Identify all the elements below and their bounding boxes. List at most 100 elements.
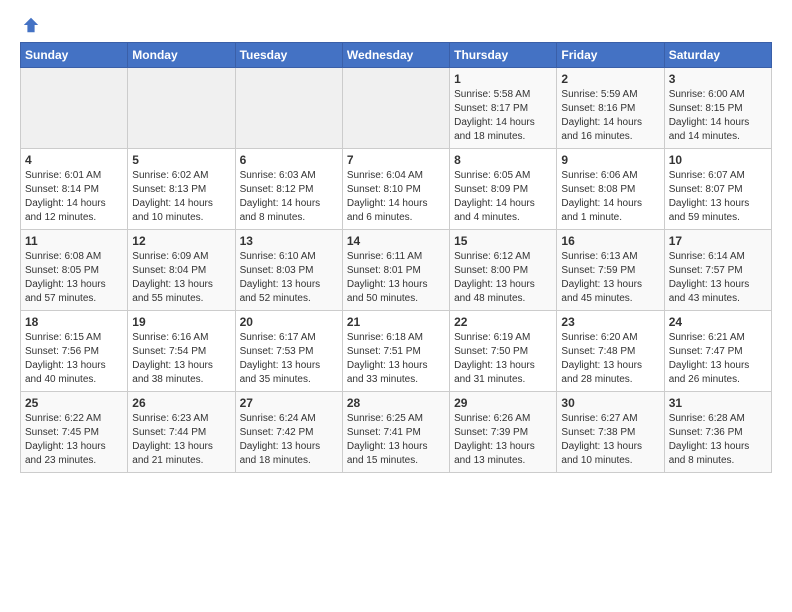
week-row-2: 4 Sunrise: 6:01 AM Sunset: 8:14 PM Daylig…	[21, 149, 772, 230]
cell-info: Sunrise: 6:03 AM Sunset: 8:12 PM Dayligh…	[240, 169, 338, 225]
cell-info: Sunrise: 6:11 AM Sunset: 8:01 PM Dayligh…	[347, 250, 445, 306]
weekday-header-saturday: Saturday	[664, 43, 771, 68]
day-number: 4	[25, 153, 123, 167]
week-row-3: 11 Sunrise: 6:08 AM Sunset: 8:05 PM Dayli…	[21, 230, 772, 311]
calendar-cell: 6 Sunrise: 6:03 AM Sunset: 8:12 PM Daylig…	[235, 149, 342, 230]
day-number: 29	[454, 396, 552, 410]
day-number: 15	[454, 234, 552, 248]
calendar-cell: 14 Sunrise: 6:11 AM Sunset: 8:01 PM Dayli…	[342, 230, 449, 311]
calendar-cell	[21, 68, 128, 149]
cell-info: Sunrise: 6:19 AM Sunset: 7:50 PM Dayligh…	[454, 331, 552, 387]
cell-info: Sunrise: 6:10 AM Sunset: 8:03 PM Dayligh…	[240, 250, 338, 306]
day-number: 23	[561, 315, 659, 329]
cell-info: Sunrise: 6:25 AM Sunset: 7:41 PM Dayligh…	[347, 412, 445, 468]
calendar-cell: 3 Sunrise: 6:00 AM Sunset: 8:15 PM Daylig…	[664, 68, 771, 149]
day-number: 14	[347, 234, 445, 248]
day-number: 5	[132, 153, 230, 167]
logo	[20, 16, 40, 34]
day-number: 31	[669, 396, 767, 410]
cell-info: Sunrise: 6:14 AM Sunset: 7:57 PM Dayligh…	[669, 250, 767, 306]
cell-info: Sunrise: 6:04 AM Sunset: 8:10 PM Dayligh…	[347, 169, 445, 225]
calendar-cell: 10Sunrise: 6:07 AM Sunset: 8:07 PM Dayli…	[664, 149, 771, 230]
day-number: 12	[132, 234, 230, 248]
cell-info: Sunrise: 6:28 AM Sunset: 7:36 PM Dayligh…	[669, 412, 767, 468]
day-number: 11	[25, 234, 123, 248]
cell-info: Sunrise: 6:17 AM Sunset: 7:53 PM Dayligh…	[240, 331, 338, 387]
calendar-cell: 25 Sunrise: 6:22 AM Sunset: 7:45 PM Dayli…	[21, 392, 128, 473]
day-number: 20	[240, 315, 338, 329]
week-row-5: 25 Sunrise: 6:22 AM Sunset: 7:45 PM Dayli…	[21, 392, 772, 473]
day-number: 2	[561, 72, 659, 86]
calendar-cell: 23 Sunrise: 6:20 AM Sunset: 7:48 PM Dayli…	[557, 311, 664, 392]
day-number: 17	[669, 234, 767, 248]
cell-info: Sunrise: 6:01 AM Sunset: 8:14 PM Dayligh…	[25, 169, 123, 225]
cell-info: Sunrise: 6:13 AM Sunset: 7:59 PM Dayligh…	[561, 250, 659, 306]
calendar-cell: 21 Sunrise: 6:18 AM Sunset: 7:51 PM Dayli…	[342, 311, 449, 392]
week-row-4: 18Sunrise: 6:15 AM Sunset: 7:56 PM Dayli…	[21, 311, 772, 392]
day-number: 3	[669, 72, 767, 86]
calendar-cell: 28 Sunrise: 6:25 AM Sunset: 7:41 PM Dayli…	[342, 392, 449, 473]
day-number: 13	[240, 234, 338, 248]
day-number: 27	[240, 396, 338, 410]
calendar-cell: 31 Sunrise: 6:28 AM Sunset: 7:36 PM Dayli…	[664, 392, 771, 473]
day-number: 28	[347, 396, 445, 410]
weekday-header-sunday: Sunday	[21, 43, 128, 68]
calendar-cell: 22 Sunrise: 6:19 AM Sunset: 7:50 PM Dayli…	[450, 311, 557, 392]
calendar-cell: 18Sunrise: 6:15 AM Sunset: 7:56 PM Dayli…	[21, 311, 128, 392]
cell-info: Sunrise: 6:09 AM Sunset: 8:04 PM Dayligh…	[132, 250, 230, 306]
calendar-cell: 9Sunrise: 6:06 AM Sunset: 8:08 PM Daylig…	[557, 149, 664, 230]
calendar-cell	[235, 68, 342, 149]
cell-info: Sunrise: 6:24 AM Sunset: 7:42 PM Dayligh…	[240, 412, 338, 468]
day-number: 6	[240, 153, 338, 167]
day-number: 25	[25, 396, 123, 410]
week-row-1: 1 Sunrise: 5:58 AM Sunset: 8:17 PM Daylig…	[21, 68, 772, 149]
cell-info: Sunrise: 6:22 AM Sunset: 7:45 PM Dayligh…	[25, 412, 123, 468]
day-number: 18	[25, 315, 123, 329]
weekday-header-wednesday: Wednesday	[342, 43, 449, 68]
day-number: 1	[454, 72, 552, 86]
cell-info: Sunrise: 6:12 AM Sunset: 8:00 PM Dayligh…	[454, 250, 552, 306]
calendar-cell: 29Sunrise: 6:26 AM Sunset: 7:39 PM Dayli…	[450, 392, 557, 473]
calendar-cell: 2 Sunrise: 5:59 AM Sunset: 8:16 PM Daylig…	[557, 68, 664, 149]
calendar-cell: 26 Sunrise: 6:23 AM Sunset: 7:44 PM Dayli…	[128, 392, 235, 473]
cell-info: Sunrise: 6:05 AM Sunset: 8:09 PM Dayligh…	[454, 169, 552, 225]
cell-info: Sunrise: 6:16 AM Sunset: 7:54 PM Dayligh…	[132, 331, 230, 387]
cell-info: Sunrise: 6:07 AM Sunset: 8:07 PM Dayligh…	[669, 169, 767, 225]
cell-info: Sunrise: 5:58 AM Sunset: 8:17 PM Dayligh…	[454, 88, 552, 144]
cell-info: Sunrise: 6:08 AM Sunset: 8:05 PM Dayligh…	[25, 250, 123, 306]
cell-info: Sunrise: 6:18 AM Sunset: 7:51 PM Dayligh…	[347, 331, 445, 387]
weekday-header-thursday: Thursday	[450, 43, 557, 68]
calendar-cell: 12 Sunrise: 6:09 AM Sunset: 8:04 PM Dayli…	[128, 230, 235, 311]
weekday-header-friday: Friday	[557, 43, 664, 68]
day-number: 22	[454, 315, 552, 329]
weekday-header-tuesday: Tuesday	[235, 43, 342, 68]
day-number: 26	[132, 396, 230, 410]
cell-info: Sunrise: 6:02 AM Sunset: 8:13 PM Dayligh…	[132, 169, 230, 225]
header	[20, 16, 772, 34]
calendar-cell: 20 Sunrise: 6:17 AM Sunset: 7:53 PM Dayli…	[235, 311, 342, 392]
calendar-cell: 17 Sunrise: 6:14 AM Sunset: 7:57 PM Dayli…	[664, 230, 771, 311]
calendar-cell: 13 Sunrise: 6:10 AM Sunset: 8:03 PM Dayli…	[235, 230, 342, 311]
calendar-cell: 5 Sunrise: 6:02 AM Sunset: 8:13 PM Daylig…	[128, 149, 235, 230]
day-number: 16	[561, 234, 659, 248]
cell-info: Sunrise: 5:59 AM Sunset: 8:16 PM Dayligh…	[561, 88, 659, 144]
cell-info: Sunrise: 6:00 AM Sunset: 8:15 PM Dayligh…	[669, 88, 767, 144]
day-number: 8	[454, 153, 552, 167]
day-number: 30	[561, 396, 659, 410]
calendar-cell: 4 Sunrise: 6:01 AM Sunset: 8:14 PM Daylig…	[21, 149, 128, 230]
calendar-cell: 11 Sunrise: 6:08 AM Sunset: 8:05 PM Dayli…	[21, 230, 128, 311]
day-number: 21	[347, 315, 445, 329]
calendar-cell	[128, 68, 235, 149]
calendar-cell: 24Sunrise: 6:21 AM Sunset: 7:47 PM Dayli…	[664, 311, 771, 392]
cell-info: Sunrise: 6:23 AM Sunset: 7:44 PM Dayligh…	[132, 412, 230, 468]
calendar-cell: 30Sunrise: 6:27 AM Sunset: 7:38 PM Dayli…	[557, 392, 664, 473]
calendar-cell: 27 Sunrise: 6:24 AM Sunset: 7:42 PM Dayli…	[235, 392, 342, 473]
cell-info: Sunrise: 6:21 AM Sunset: 7:47 PM Dayligh…	[669, 331, 767, 387]
day-number: 9	[561, 153, 659, 167]
calendar-cell: 15 Sunrise: 6:12 AM Sunset: 8:00 PM Dayli…	[450, 230, 557, 311]
calendar-cell: 7Sunrise: 6:04 AM Sunset: 8:10 PM Daylig…	[342, 149, 449, 230]
calendar-table: SundayMondayTuesdayWednesdayThursdayFrid…	[20, 42, 772, 473]
calendar-cell: 19Sunrise: 6:16 AM Sunset: 7:54 PM Dayli…	[128, 311, 235, 392]
cell-info: Sunrise: 6:20 AM Sunset: 7:48 PM Dayligh…	[561, 331, 659, 387]
calendar-cell	[342, 68, 449, 149]
